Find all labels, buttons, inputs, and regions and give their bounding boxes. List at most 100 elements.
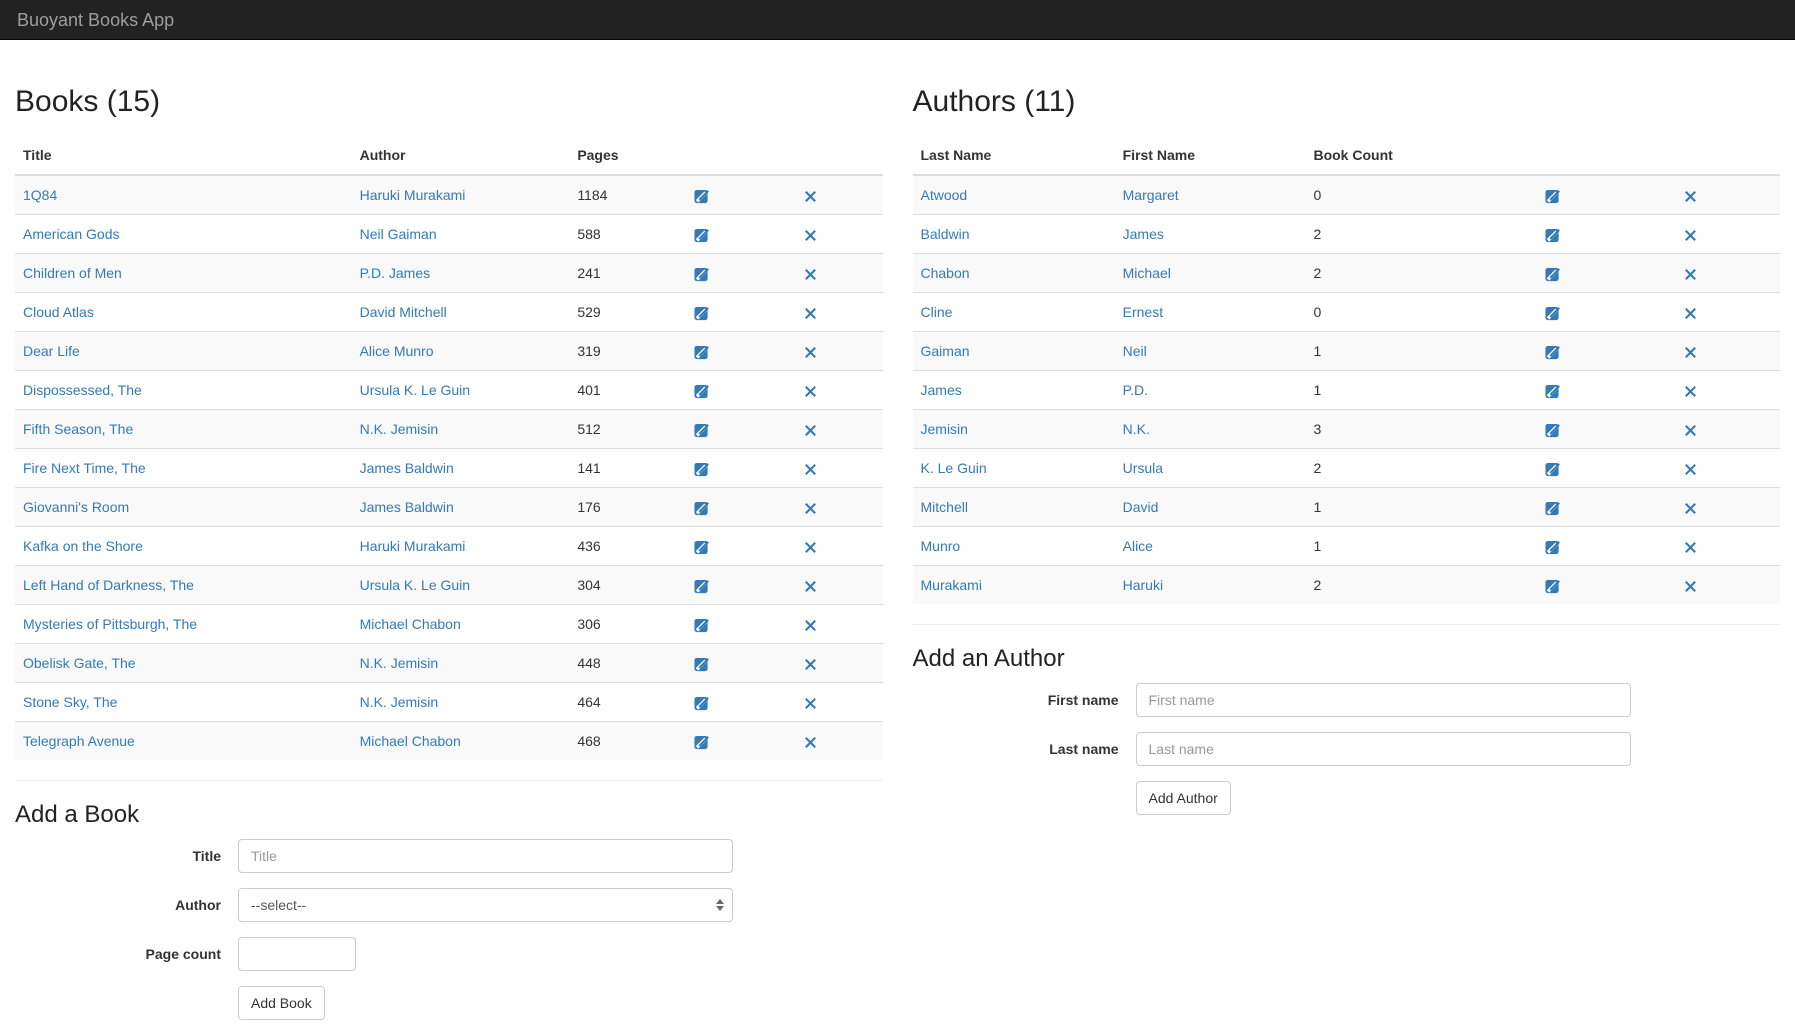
delete-book-button[interactable] (804, 656, 817, 671)
delete-author-button[interactable] (1684, 500, 1697, 515)
edit-book-button[interactable] (694, 188, 709, 204)
author-first-name-link[interactable]: Neil (1123, 343, 1147, 359)
delete-book-button[interactable] (804, 539, 817, 554)
book-title-link[interactable]: American Gods (23, 226, 119, 242)
add-book-button[interactable]: Add Book (238, 986, 325, 1020)
delete-book-button[interactable] (804, 383, 817, 398)
book-author-link[interactable]: James Baldwin (360, 499, 454, 515)
edit-author-button[interactable] (1545, 305, 1560, 321)
delete-book-button[interactable] (804, 344, 817, 359)
book-title-link[interactable]: Mysteries of Pittsburgh, The (23, 616, 197, 632)
book-author-link[interactable]: David Mitchell (360, 304, 447, 320)
book-author-link[interactable]: Neil Gaiman (360, 226, 437, 242)
book-author-link[interactable]: Haruki Murakami (360, 538, 466, 554)
delete-author-button[interactable] (1684, 227, 1697, 242)
delete-author-button[interactable] (1684, 422, 1697, 437)
delete-author-button[interactable] (1684, 578, 1697, 593)
book-title-link[interactable]: Kafka on the Shore (23, 538, 143, 554)
delete-book-button[interactable] (804, 422, 817, 437)
author-last-name-link[interactable]: Cline (921, 304, 953, 320)
book-author-link[interactable]: Ursula K. Le Guin (360, 382, 471, 398)
book-title-link[interactable]: Cloud Atlas (23, 304, 94, 320)
book-title-link[interactable]: Telegraph Avenue (23, 733, 135, 749)
add-author-button[interactable]: Add Author (1136, 781, 1231, 815)
edit-author-button[interactable] (1545, 539, 1560, 555)
book-author-link[interactable]: Ursula K. Le Guin (360, 577, 471, 593)
author-last-name-link[interactable]: Jemisin (921, 421, 968, 437)
delete-book-button[interactable] (804, 734, 817, 749)
edit-author-button[interactable] (1545, 266, 1560, 282)
delete-book-button[interactable] (804, 578, 817, 593)
author-last-name-link[interactable]: Murakami (921, 577, 982, 593)
book-title-link[interactable]: Dear Life (23, 343, 80, 359)
delete-book-button[interactable] (804, 188, 817, 203)
book-title-link[interactable]: Children of Men (23, 265, 122, 281)
book-page-count-input[interactable] (238, 937, 356, 971)
author-first-name-link[interactable]: James (1123, 226, 1164, 242)
author-last-name-link[interactable]: Atwood (921, 187, 968, 203)
edit-book-button[interactable] (694, 617, 709, 633)
book-title-input[interactable] (238, 839, 733, 873)
edit-author-button[interactable] (1545, 500, 1560, 516)
edit-book-button[interactable] (694, 500, 709, 516)
delete-book-button[interactable] (804, 305, 817, 320)
delete-book-button[interactable] (804, 266, 817, 281)
delete-book-button[interactable] (804, 227, 817, 242)
delete-book-button[interactable] (804, 500, 817, 515)
edit-book-button[interactable] (694, 266, 709, 282)
book-title-link[interactable]: Fifth Season, The (23, 421, 133, 437)
delete-book-button[interactable] (804, 617, 817, 632)
delete-author-button[interactable] (1684, 266, 1697, 281)
edit-book-button[interactable] (694, 734, 709, 750)
author-last-name-link[interactable]: Baldwin (921, 226, 970, 242)
edit-author-button[interactable] (1545, 383, 1560, 399)
author-first-name-input[interactable] (1136, 683, 1631, 717)
author-first-name-link[interactable]: Alice (1123, 538, 1153, 554)
book-title-link[interactable]: Giovanni's Room (23, 499, 129, 515)
book-title-link[interactable]: 1Q84 (23, 187, 57, 203)
book-title-link[interactable]: Fire Next Time, The (23, 460, 146, 476)
delete-book-button[interactable] (804, 461, 817, 476)
delete-author-button[interactable] (1684, 305, 1697, 320)
book-title-link[interactable]: Left Hand of Darkness, The (23, 577, 194, 593)
book-title-link[interactable]: Obelisk Gate, The (23, 655, 136, 671)
edit-book-button[interactable] (694, 344, 709, 360)
edit-book-button[interactable] (694, 227, 709, 243)
author-first-name-link[interactable]: David (1123, 499, 1159, 515)
delete-author-button[interactable] (1684, 344, 1697, 359)
author-last-name-link[interactable]: James (921, 382, 962, 398)
book-author-link[interactable]: Alice Munro (360, 343, 434, 359)
author-last-name-input[interactable] (1136, 732, 1631, 766)
author-first-name-link[interactable]: Haruki (1123, 577, 1163, 593)
book-author-select[interactable]: --select-- (238, 888, 733, 922)
author-first-name-link[interactable]: Michael (1123, 265, 1171, 281)
edit-author-button[interactable] (1545, 461, 1560, 477)
author-first-name-link[interactable]: Margaret (1123, 187, 1179, 203)
delete-author-button[interactable] (1684, 383, 1697, 398)
author-last-name-link[interactable]: Mitchell (921, 499, 968, 515)
book-author-link[interactable]: Michael Chabon (360, 616, 461, 632)
book-title-link[interactable]: Dispossessed, The (23, 382, 142, 398)
author-last-name-link[interactable]: Chabon (921, 265, 970, 281)
book-author-link[interactable]: James Baldwin (360, 460, 454, 476)
edit-book-button[interactable] (694, 695, 709, 711)
author-last-name-link[interactable]: Munro (921, 538, 961, 554)
edit-author-button[interactable] (1545, 422, 1560, 438)
book-author-link[interactable]: Haruki Murakami (360, 187, 466, 203)
edit-author-button[interactable] (1545, 578, 1560, 594)
edit-book-button[interactable] (694, 383, 709, 399)
app-brand[interactable]: Buoyant Books App (17, 10, 174, 30)
author-last-name-link[interactable]: K. Le Guin (921, 460, 987, 476)
delete-author-button[interactable] (1684, 188, 1697, 203)
delete-book-button[interactable] (804, 695, 817, 710)
edit-book-button[interactable] (694, 461, 709, 477)
delete-author-button[interactable] (1684, 461, 1697, 476)
edit-author-button[interactable] (1545, 344, 1560, 360)
edit-book-button[interactable] (694, 422, 709, 438)
book-author-link[interactable]: N.K. Jemisin (360, 655, 439, 671)
author-first-name-link[interactable]: P.D. (1123, 382, 1148, 398)
book-author-link[interactable]: P.D. James (360, 265, 431, 281)
book-title-link[interactable]: Stone Sky, The (23, 694, 117, 710)
edit-book-button[interactable] (694, 656, 709, 672)
edit-author-button[interactable] (1545, 227, 1560, 243)
